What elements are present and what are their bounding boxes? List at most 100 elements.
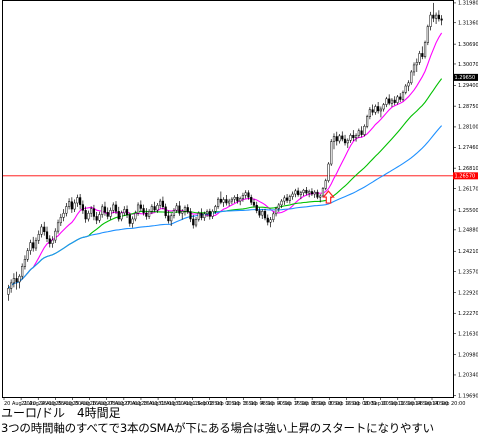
candle-body	[225, 199, 228, 204]
candle-body	[18, 275, 21, 283]
price-tick-label: 1.19690	[458, 394, 478, 400]
candle-body	[142, 208, 145, 214]
candle-body	[51, 239, 54, 244]
candle-body	[277, 204, 280, 209]
candle-body	[59, 217, 62, 224]
candle-body	[95, 216, 98, 221]
candle-body	[148, 211, 151, 217]
candle-body	[396, 96, 399, 103]
candle-body	[357, 130, 360, 136]
price-chart[interactable]: 1.31980 1.31360 1.30690 1.30070 1.29400 1.287…	[0, 0, 478, 410]
candle-body	[200, 212, 203, 218]
price-tick-label: 1.20340	[458, 373, 478, 379]
candle-body	[23, 259, 27, 267]
candle-body	[45, 231, 49, 240]
candle-body	[203, 213, 206, 218]
candle-body	[192, 218, 195, 226]
price-tick-label: 1.22270	[458, 311, 478, 317]
candle-body	[404, 85, 407, 93]
candle-body	[299, 192, 302, 195]
candle-body	[401, 92, 405, 100]
candle	[324, 178, 327, 191]
candle-body	[440, 18, 443, 21]
candle-body	[366, 116, 369, 127]
candle-body	[415, 62, 418, 66]
candle-body	[241, 195, 245, 199]
candle-body	[7, 288, 10, 295]
price-tick-label: 1.25500	[458, 208, 478, 214]
candle-body	[90, 208, 93, 214]
candle-body	[247, 192, 250, 198]
candle-body	[341, 135, 344, 140]
candle-body	[421, 53, 424, 57]
candle-body	[437, 14, 440, 20]
candle-body	[258, 210, 261, 216]
candle-body	[114, 204, 118, 212]
candle-body	[252, 202, 256, 206]
candle-body	[164, 206, 167, 217]
candle-body	[332, 136, 336, 142]
candle-body	[112, 204, 115, 211]
candle-body	[346, 140, 349, 144]
candle-body	[172, 210, 176, 217]
candle-body	[217, 198, 220, 207]
candle-body	[379, 108, 383, 112]
candle-body	[382, 104, 385, 110]
price-tick-label: 1.30070	[458, 62, 478, 68]
candle-body	[313, 191, 316, 195]
candle-body	[189, 211, 192, 220]
candle-body	[170, 215, 173, 222]
candle-body	[388, 98, 391, 104]
price-tick-label: 1.28100	[458, 125, 478, 131]
candle-body	[310, 191, 314, 195]
candle-body	[101, 206, 104, 215]
candle-body	[371, 109, 374, 113]
candle-body	[15, 278, 18, 283]
candle-body	[222, 199, 225, 203]
candle-body	[12, 278, 15, 284]
candle-body	[211, 211, 214, 217]
candle-body	[308, 191, 311, 194]
candle-body	[131, 218, 134, 224]
candle-body	[255, 204, 258, 211]
candle-body	[56, 222, 60, 232]
candle-body	[291, 193, 294, 197]
candle-body	[423, 42, 427, 57]
candle	[426, 24, 429, 46]
price-tick-label: 1.30690	[458, 42, 478, 48]
candle-body	[305, 189, 308, 194]
chart-caption-subtitle: 3つの時間軸のすべてで3本のSMAが下にある場合は強い上昇のスタートになりやすい	[1, 421, 434, 435]
candle-body	[37, 234, 40, 241]
candle-body	[338, 135, 341, 142]
candle-body	[125, 209, 129, 216]
candle-body	[54, 230, 57, 241]
candle	[363, 124, 366, 137]
candle-body	[239, 198, 242, 202]
candle-body	[128, 214, 131, 224]
candle-body	[288, 196, 291, 201]
candle-body	[175, 205, 178, 211]
candle-body	[349, 134, 352, 141]
chart-area[interactable]: 1.31980 1.31360 1.30690 1.30070 1.29400 1.287…	[0, 0, 478, 410]
candle-body	[70, 201, 73, 210]
candle-body	[161, 200, 165, 208]
candle-body	[283, 197, 286, 202]
candle-body	[73, 202, 76, 210]
candle-body	[65, 206, 68, 214]
candle-body	[316, 191, 319, 198]
candle-body	[159, 200, 162, 206]
candle-body	[136, 204, 140, 214]
candle-body	[117, 211, 120, 220]
candle-body	[219, 198, 222, 203]
candle-body	[67, 201, 71, 207]
price-tick-label: 1.24210	[458, 249, 478, 255]
candle-body	[324, 180, 327, 189]
candle	[410, 70, 413, 85]
candle-body	[244, 192, 247, 196]
candle-body	[150, 206, 153, 212]
candle-body	[10, 282, 13, 289]
candle-body	[269, 219, 272, 223]
candle-body	[134, 212, 137, 220]
candle-body	[40, 226, 43, 235]
candle-body	[393, 99, 396, 103]
